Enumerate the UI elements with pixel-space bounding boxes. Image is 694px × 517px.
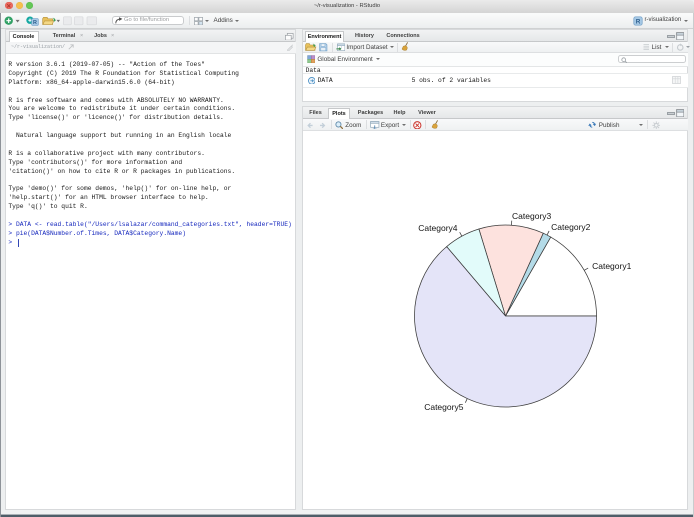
svg-text:R: R bbox=[33, 20, 37, 26]
svg-text:Category1: Category1 bbox=[592, 261, 631, 271]
svg-text:R: R bbox=[635, 18, 640, 25]
svg-text:Category2: Category2 bbox=[551, 222, 590, 232]
svg-text:Category3: Category3 bbox=[512, 211, 551, 221]
svg-text:Category4: Category4 bbox=[418, 223, 457, 233]
svg-text:Category5: Category5 bbox=[424, 402, 463, 412]
